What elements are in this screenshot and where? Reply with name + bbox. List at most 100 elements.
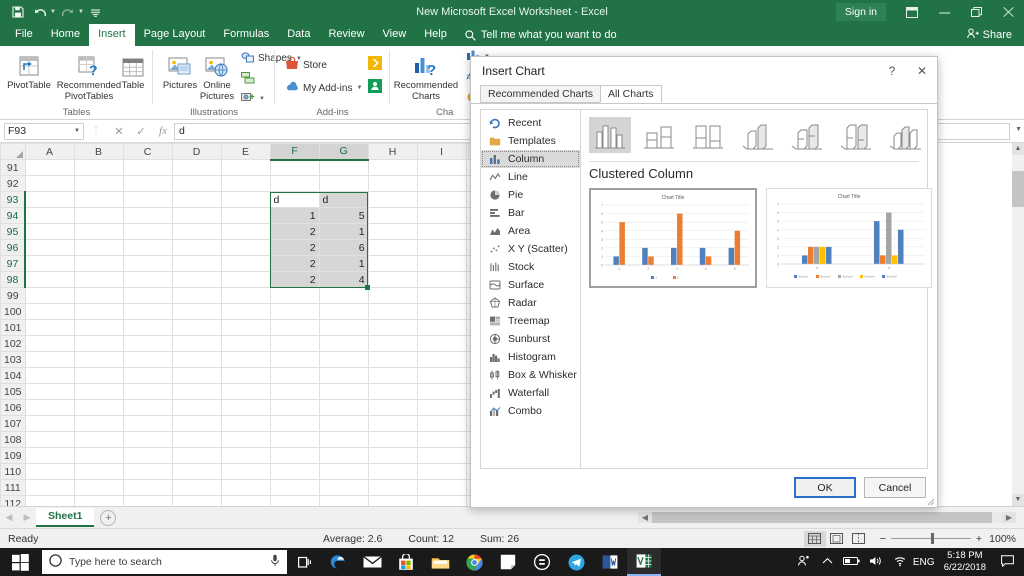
my-addins-caret-icon[interactable]: ▼ (356, 85, 362, 91)
cell-e112[interactable] (221, 496, 270, 507)
cell-b101[interactable] (74, 320, 123, 336)
cell-f102[interactable] (270, 336, 319, 352)
file-explorer-icon[interactable] (423, 548, 457, 576)
cell-e110[interactable] (221, 464, 270, 480)
row-header-91[interactable]: 91 (1, 160, 26, 176)
column-header-h[interactable]: H (368, 144, 417, 160)
smartart-button[interactable] (241, 72, 255, 87)
column-header-c[interactable]: C (123, 144, 172, 160)
row-header-105[interactable]: 105 (1, 384, 26, 400)
add-sheet-button[interactable]: + (100, 510, 116, 526)
cell-e92[interactable] (221, 176, 270, 192)
cell-f92[interactable] (270, 176, 319, 192)
cell-b99[interactable] (74, 288, 123, 304)
chart-type-item-box-whisker[interactable]: Box & Whisker (481, 366, 580, 384)
word-icon[interactable] (593, 548, 627, 576)
battery-icon[interactable] (840, 556, 864, 569)
cell-e103[interactable] (221, 352, 270, 368)
cell-b93[interactable] (74, 192, 123, 208)
cell-g105[interactable] (319, 384, 368, 400)
slack-icon[interactable] (525, 548, 559, 576)
task-view-icon[interactable] (287, 548, 321, 576)
cell-f111[interactable] (270, 480, 319, 496)
cell-e102[interactable] (221, 336, 270, 352)
cell-f109[interactable] (270, 448, 319, 464)
action-center-icon[interactable] (994, 555, 1020, 570)
status-sum[interactable]: Sum: 26 (480, 533, 519, 545)
cell-f101[interactable] (270, 320, 319, 336)
cell-i112[interactable] (417, 496, 466, 507)
windows-start-icon[interactable] (0, 548, 40, 576)
cell-g108[interactable] (319, 432, 368, 448)
chart-type-item-area[interactable]: Area (481, 222, 580, 240)
chart-type-item-combo[interactable]: Combo (481, 402, 580, 420)
cell-h95[interactable] (368, 224, 417, 240)
cell-b112[interactable] (74, 496, 123, 507)
cell-d112[interactable] (172, 496, 221, 507)
cell-f112[interactable] (270, 496, 319, 507)
zoom-slider[interactable]: − + (880, 533, 982, 545)
taskbar-clock[interactable]: 5:18 PM 6/22/2018 (936, 550, 994, 574)
cancel-button[interactable]: Cancel (864, 477, 926, 498)
horizontal-scroll-thumb[interactable] (652, 512, 992, 523)
chart-subtype-row[interactable] (581, 110, 927, 153)
select-all-button[interactable] (1, 144, 26, 160)
cell-a108[interactable] (25, 432, 74, 448)
cell-f96[interactable]: 2 (270, 240, 319, 256)
cell-b91[interactable] (74, 160, 123, 176)
cell-c96[interactable] (123, 240, 172, 256)
chart-type-item-sunburst[interactable]: Sunburst (481, 330, 580, 348)
cell-h96[interactable] (368, 240, 417, 256)
cell-b103[interactable] (74, 352, 123, 368)
language-indicator[interactable]: ENG (912, 557, 936, 568)
row-header-97[interactable]: 97 (1, 256, 26, 272)
cell-h98[interactable] (368, 272, 417, 288)
cell-h101[interactable] (368, 320, 417, 336)
cell-i97[interactable] (417, 256, 466, 272)
cell-h103[interactable] (368, 352, 417, 368)
cell-e111[interactable] (221, 480, 270, 496)
tab-page-layout[interactable]: Page Layout (135, 24, 215, 46)
cell-d100[interactable] (172, 304, 221, 320)
cell-b92[interactable] (74, 176, 123, 192)
chart-type-item-stock[interactable]: Stock (481, 258, 580, 276)
search-input[interactable]: Type here to search (42, 550, 287, 574)
row-header-94[interactable]: 94 (1, 208, 26, 224)
tab-formulas[interactable]: Formulas (214, 24, 278, 46)
cell-i94[interactable] (417, 208, 466, 224)
cell-a112[interactable] (25, 496, 74, 507)
screenshot-button[interactable]: ▼ (241, 91, 265, 106)
chart-type-item-surface[interactable]: Surface (481, 276, 580, 294)
cell-f93[interactable]: d (270, 192, 319, 208)
cell-i100[interactable] (417, 304, 466, 320)
hscroll-right-arrow-icon[interactable]: ▶ (1002, 512, 1016, 523)
ok-button[interactable]: OK (794, 477, 856, 498)
hscroll-left-arrow-icon[interactable]: ◀ (638, 512, 652, 523)
cell-c100[interactable] (123, 304, 172, 320)
minimize-button[interactable] (928, 0, 960, 24)
cell-g98[interactable]: 4 (319, 272, 368, 288)
cell-h107[interactable] (368, 416, 417, 432)
cell-b106[interactable] (74, 400, 123, 416)
cell-a110[interactable] (25, 464, 74, 480)
cell-g100[interactable] (319, 304, 368, 320)
cell-b95[interactable] (74, 224, 123, 240)
cell-f107[interactable] (270, 416, 319, 432)
telegram-icon[interactable] (559, 548, 593, 576)
sheet-next-icon[interactable]: ▶ (18, 512, 36, 523)
cell-c109[interactable] (123, 448, 172, 464)
enter-formula-icon[interactable]: ✓ (130, 125, 152, 138)
chart-preview-1[interactable]: Chart Title 0123456712345dd (589, 188, 757, 288)
cell-d104[interactable] (172, 368, 221, 384)
row-header-106[interactable]: 106 (1, 400, 26, 416)
cell-f110[interactable] (270, 464, 319, 480)
row-header-102[interactable]: 102 (1, 336, 26, 352)
chart-type-list[interactable]: RecentTemplatesColumnLinePieBarAreaX Y (… (481, 110, 581, 468)
cell-i106[interactable] (417, 400, 466, 416)
screenshot-caret-icon[interactable]: ▼ (259, 96, 265, 102)
row-header-104[interactable]: 104 (1, 368, 26, 384)
cell-c111[interactable] (123, 480, 172, 496)
dialog-help-button[interactable]: ? (877, 58, 907, 84)
cell-a97[interactable] (25, 256, 74, 272)
cell-h93[interactable] (368, 192, 417, 208)
